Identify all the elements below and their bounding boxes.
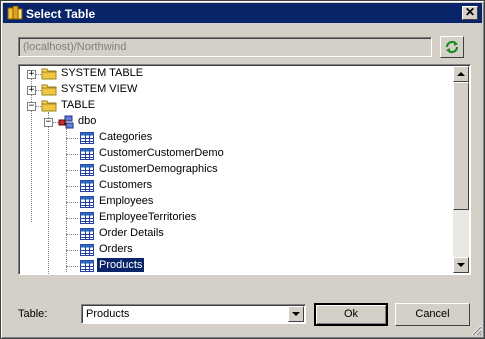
folder-icon: [41, 100, 57, 112]
refresh-icon: [445, 40, 459, 54]
cancel-button[interactable]: Cancel: [395, 303, 470, 326]
tree-connector: [66, 154, 78, 155]
tree-connector: [66, 234, 78, 235]
table-icon: [80, 260, 94, 272]
table-select[interactable]: Products: [81, 304, 306, 324]
table-icon: [80, 164, 94, 176]
scroll-thumb[interactable]: [453, 82, 469, 210]
tree-connector: [66, 202, 78, 203]
tree-connector: [66, 218, 78, 219]
tree-connector: [66, 266, 78, 267]
table-icon: [80, 132, 94, 144]
tree-connector: [66, 170, 78, 171]
tree-node-system-view[interactable]: SYSTEM VIEW: [59, 82, 139, 96]
expander-table[interactable]: −: [27, 102, 36, 111]
select-table-dialog: Select Table ✕ (localhost)/Northwind + SY…: [0, 0, 485, 339]
tree-node-table[interactable]: TABLE: [59, 98, 97, 112]
close-button[interactable]: ✕: [462, 6, 478, 20]
tree-node-table[interactable]: Orders: [97, 242, 135, 256]
folder-icon: [41, 68, 57, 80]
tree-node-table[interactable]: Products: [95, 257, 146, 273]
ok-button[interactable]: Ok: [314, 303, 388, 326]
table-field-label: Table:: [18, 308, 48, 320]
folder-icon: [41, 84, 57, 96]
tree-connector: [48, 112, 49, 274]
scroll-up-button[interactable]: [453, 66, 469, 82]
expander-system-view[interactable]: +: [27, 86, 36, 95]
vertical-scrollbar[interactable]: [453, 66, 469, 273]
expander-dbo[interactable]: −: [44, 118, 53, 127]
tree-node-table[interactable]: EmployeeTerritories: [97, 210, 198, 224]
table-app-icon: [7, 6, 23, 20]
title-bar[interactable]: Select Table ✕: [3, 3, 482, 23]
tree-node-system-table[interactable]: SYSTEM TABLE: [59, 66, 145, 80]
chevron-down-icon: [292, 312, 300, 316]
tree-node-table[interactable]: Customers: [97, 178, 154, 192]
server-path-field[interactable]: (localhost)/Northwind: [18, 37, 432, 57]
schema-icon: [58, 115, 74, 129]
scroll-down-button[interactable]: [453, 257, 469, 273]
tree-node-table[interactable]: CustomerCustomerDemo: [97, 146, 226, 160]
tree-node-table[interactable]: Order Details: [97, 226, 166, 240]
tree-content: + SYSTEM TABLE + SYSTEM VIEW − TABLE − dbo Categ…: [19, 65, 452, 274]
dropdown-button[interactable]: [288, 306, 304, 322]
window-title: Select Table: [26, 7, 96, 21]
tree-node-table[interactable]: Categories: [97, 130, 154, 144]
expander-system-table[interactable]: +: [27, 70, 36, 79]
tree-node-dbo[interactable]: dbo: [76, 114, 98, 128]
arrow-down-icon: [457, 263, 465, 267]
resize-grip-icon[interactable]: [470, 324, 482, 336]
table-icon: [80, 228, 94, 240]
tree-connector: [66, 138, 78, 139]
table-icon: [80, 148, 94, 160]
table-icon: [80, 180, 94, 192]
table-icon: [80, 196, 94, 208]
arrow-up-icon: [457, 72, 465, 76]
tree-connector: [66, 250, 78, 251]
refresh-button[interactable]: [440, 36, 464, 58]
table-select-value: Products: [86, 308, 130, 320]
tree-connector: [31, 74, 32, 222]
tree-node-table[interactable]: CustomerDemographics: [97, 162, 220, 176]
table-tree[interactable]: + SYSTEM TABLE + SYSTEM VIEW − TABLE − dbo Categ…: [18, 64, 471, 275]
tree-node-table[interactable]: Employees: [97, 194, 155, 208]
table-icon: [80, 244, 94, 256]
table-icon: [80, 212, 94, 224]
tree-connector: [66, 186, 78, 187]
